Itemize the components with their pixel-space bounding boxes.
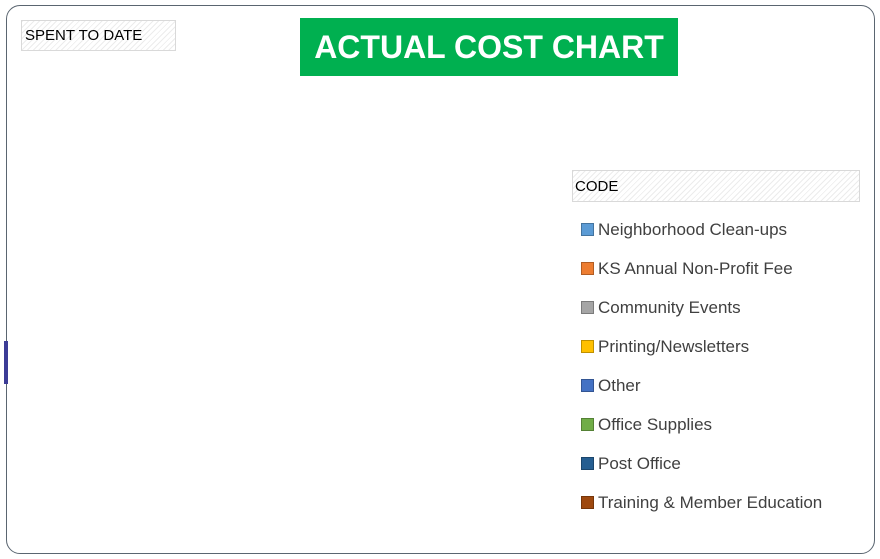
legend: Neighborhood Clean-ups KS Annual Non-Prof… bbox=[581, 210, 871, 522]
legend-label: Other bbox=[598, 375, 641, 395]
legend-item[interactable]: Community Events bbox=[581, 288, 871, 327]
legend-label: Post Office bbox=[598, 453, 681, 473]
legend-label: Training & Member Education bbox=[598, 492, 823, 512]
legend-item[interactable]: Neighborhood Clean-ups bbox=[581, 210, 871, 249]
plot-area bbox=[40, 90, 540, 530]
legend-swatch bbox=[581, 457, 594, 470]
legend-swatch bbox=[581, 418, 594, 431]
legend-label: Community Events bbox=[598, 297, 741, 317]
chart-title: ACTUAL COST CHART bbox=[300, 18, 678, 76]
legend-swatch bbox=[581, 223, 594, 236]
selection-marker bbox=[4, 341, 8, 384]
legend-swatch bbox=[581, 340, 594, 353]
legend-field-button[interactable]: CODE bbox=[572, 170, 860, 202]
legend-item[interactable]: Other bbox=[581, 366, 871, 405]
legend-label: Printing/Newsletters bbox=[598, 336, 750, 356]
legend-item[interactable]: Printing/Newsletters bbox=[581, 327, 871, 366]
value-field-button[interactable]: SPENT TO DATE bbox=[21, 20, 176, 51]
legend-item[interactable]: Training & Member Education bbox=[581, 483, 871, 522]
legend-swatch bbox=[581, 379, 594, 392]
legend-swatch bbox=[581, 301, 594, 314]
legend-label: Office Supplies bbox=[598, 414, 713, 434]
legend-item[interactable]: KS Annual Non-Profit Fee bbox=[581, 249, 871, 288]
legend-label: KS Annual Non-Profit Fee bbox=[598, 258, 793, 278]
legend-item[interactable]: Office Supplies bbox=[581, 405, 871, 444]
legend-swatch bbox=[581, 262, 594, 275]
legend-swatch bbox=[581, 496, 594, 509]
legend-item[interactable]: Post Office bbox=[581, 444, 871, 483]
legend-label: Neighborhood Clean-ups bbox=[598, 219, 788, 239]
